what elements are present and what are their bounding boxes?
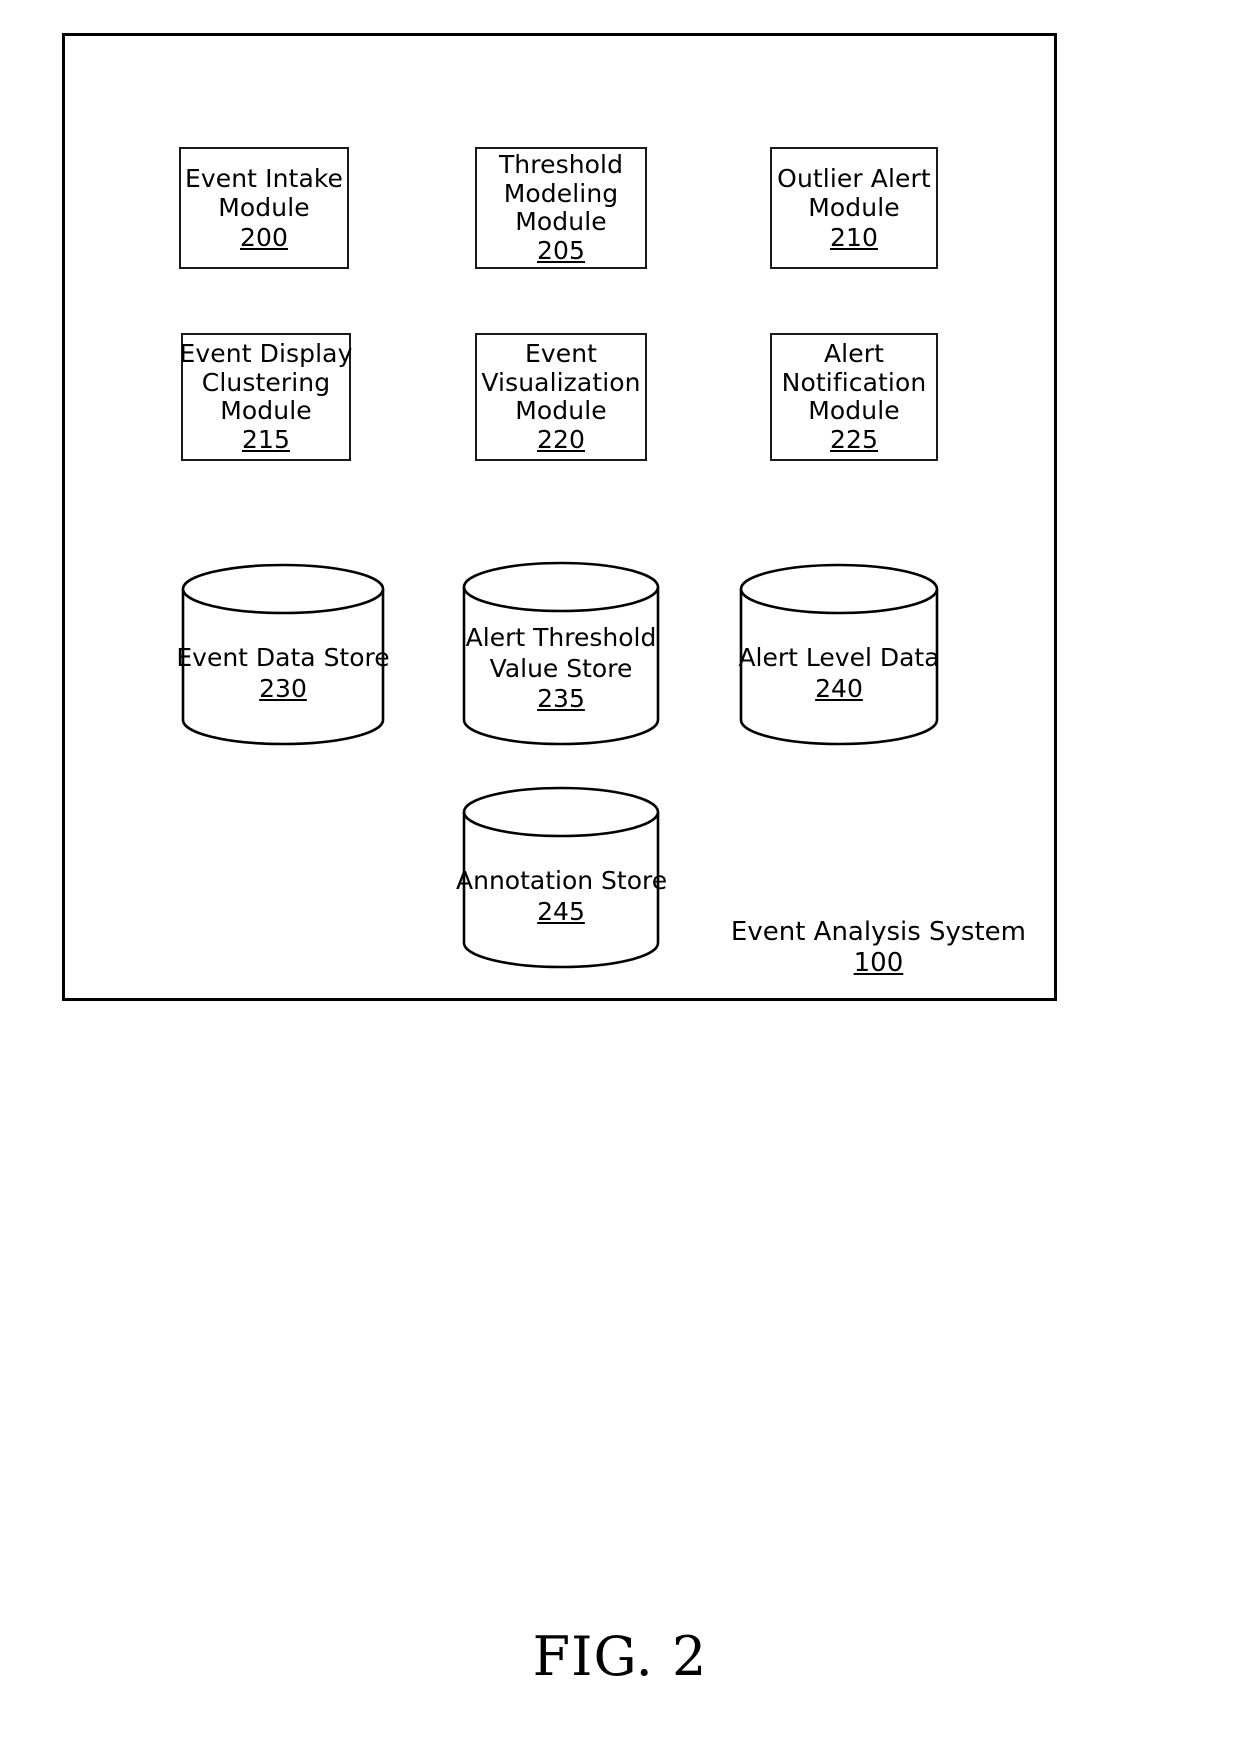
cylinder-label: Alert Level Data 240 [733, 643, 945, 704]
module-title-line: Module [515, 207, 607, 236]
cylinder-title-line: Alert Threshold [465, 623, 657, 652]
cylinder-reference-number: 235 [537, 684, 585, 713]
module-reference-number: 200 [239, 222, 289, 252]
module-reference-number: 225 [829, 424, 879, 454]
event-display-clustering-module[interactable]: Event Display Clustering Module 215 [179, 333, 353, 461]
module-title-line: Outlier Alert [777, 163, 931, 193]
module-reference-number: 215 [241, 424, 291, 454]
module-title-line: Module [808, 396, 900, 425]
event-intake-module[interactable]: Event Intake Module 200 [179, 147, 349, 269]
figure-caption: FIG. 2 [532, 1625, 708, 1688]
system-reference-number: 100 [853, 948, 904, 979]
cylinder-title-line: Value Store [489, 653, 633, 683]
cylinder-label: Alert Threshold Value Store 235 [456, 623, 666, 715]
cylinder-label: Event Data Store 230 [175, 643, 391, 704]
event-visualization-module[interactable]: Event Visualization Module 220 [475, 333, 647, 461]
module-title-line: Module [515, 396, 607, 425]
module-reference-number: 220 [536, 424, 586, 454]
annotation-store[interactable]: Annotation Store 245 [456, 786, 667, 969]
system-caption: Event Analysis System 100 [731, 917, 1026, 980]
alert-level-data-store[interactable]: Alert Level Data 240 [738, 563, 940, 746]
event-analysis-system-frame: Event Intake Module 200 Threshold Modeli… [62, 33, 1057, 1001]
outlier-alert-module[interactable]: Outlier Alert Module 210 [770, 147, 938, 269]
module-title-line: Event [524, 339, 598, 368]
system-label: Event Analysis System [730, 916, 1026, 947]
threshold-modeling-module[interactable]: Threshold Modeling Module 205 [475, 147, 647, 269]
module-title-line: Clustering [201, 367, 331, 397]
module-title-line: Event Display [179, 339, 353, 368]
cylinder-reference-number: 230 [259, 673, 307, 703]
module-title-line: Notification [781, 367, 927, 397]
cylinder-reference-number: 240 [815, 673, 863, 703]
module-title-line: Event Intake [184, 163, 344, 193]
module-reference-number: 205 [536, 235, 586, 265]
cylinder-label: Annotation Store 245 [456, 866, 668, 927]
cylinder-reference-number: 245 [537, 896, 585, 926]
cylinder-title-line: Event Data Store [176, 643, 390, 672]
cylinder-title-line: Alert Level Data [738, 643, 940, 672]
module-reference-number: 210 [829, 222, 879, 252]
event-data-store[interactable]: Event Data Store 230 [176, 563, 390, 746]
alert-threshold-value-store[interactable]: Alert Threshold Value Store 235 [462, 561, 660, 746]
cylinder-title-line: Annotation Store [456, 866, 668, 895]
module-title-line: Modeling [503, 178, 619, 208]
module-title-line: Module [220, 396, 312, 425]
module-title-line: Module [218, 193, 310, 223]
module-title-line: Alert [823, 339, 884, 368]
module-title-line: Visualization [481, 367, 641, 397]
module-title-line: Module [808, 193, 900, 223]
alert-notification-module[interactable]: Alert Notification Module 225 [770, 333, 938, 461]
module-title-line: Threshold [498, 150, 624, 179]
